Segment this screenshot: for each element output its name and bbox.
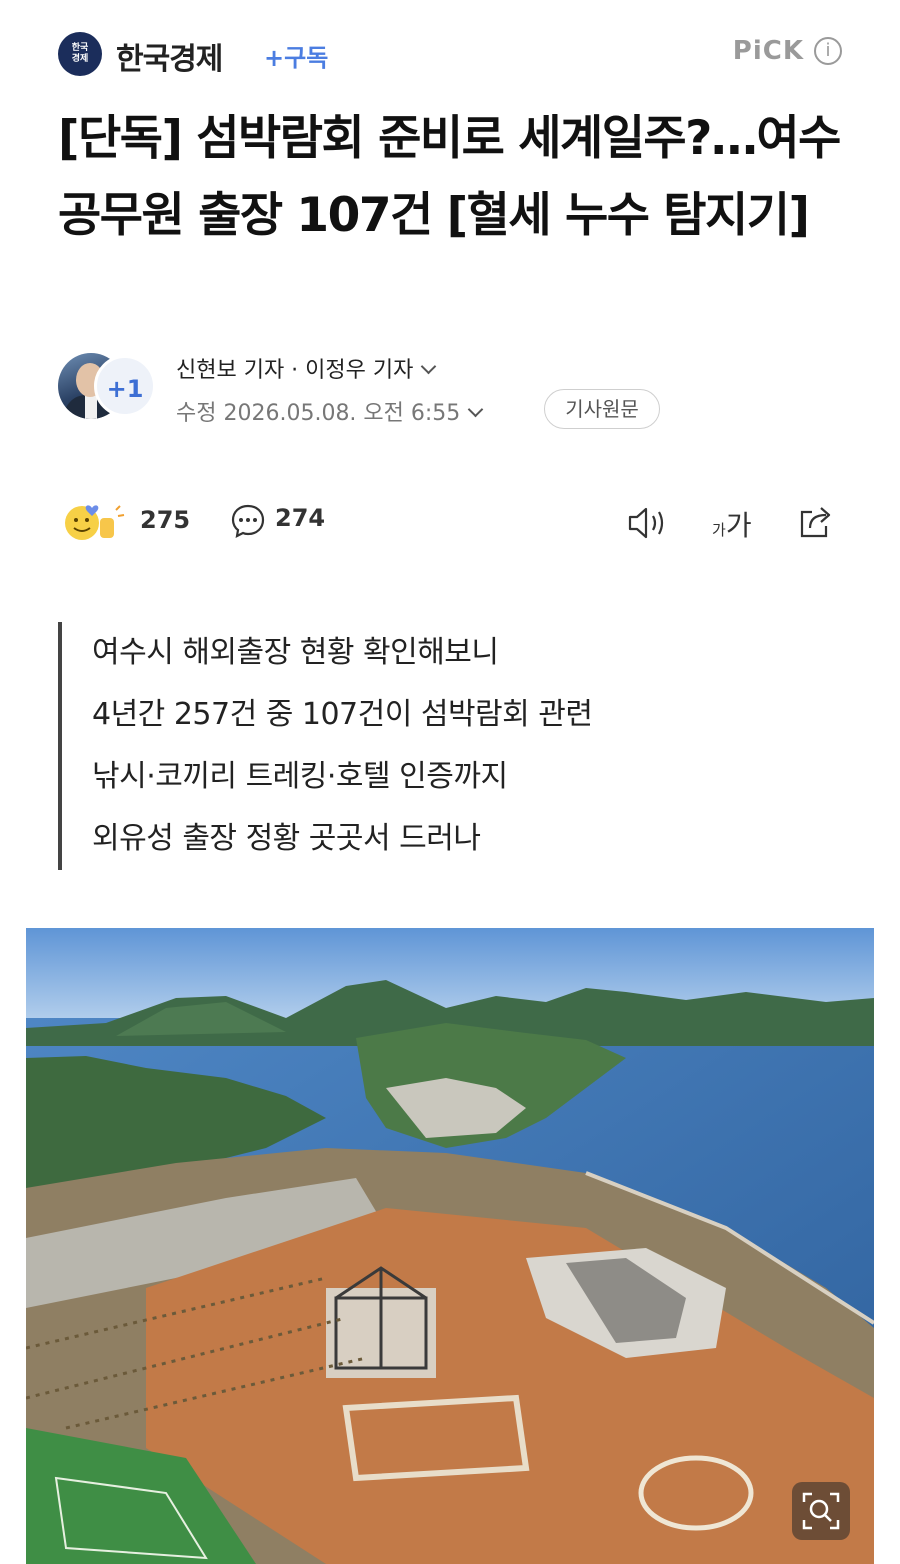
emoji-reactions-icon[interactable] xyxy=(62,502,134,542)
press-logo[interactable]: 한국 경제 xyxy=(58,32,102,76)
press-header: 한국 경제 한국경제 +구독 PiCK i xyxy=(58,30,842,78)
share-icon[interactable] xyxy=(796,502,836,542)
subscribe-button[interactable]: +구독 xyxy=(264,38,328,73)
reporters-names: 신현보 기자 · 이정우 기자 xyxy=(176,358,414,383)
chevron-down-icon xyxy=(468,401,484,418)
info-icon[interactable]: i xyxy=(814,37,842,65)
original-article-button[interactable]: 기사원문 xyxy=(544,389,660,429)
summary-line: 여수시 해외출장 현황 확인해보니 xyxy=(92,635,499,670)
article-photo[interactable] xyxy=(26,928,874,1564)
chevron-down-icon xyxy=(421,358,437,375)
extra-reporters-badge[interactable]: +1 xyxy=(94,355,156,417)
press-name[interactable]: 한국경제 xyxy=(116,34,223,78)
article-title: [단독] 섬박람회 준비로 세계일주?…여수 공무원 출장 107건 [혈세 누… xyxy=(58,111,841,243)
article-date: 수정 2026.05.08. 오전 6:55 xyxy=(176,401,461,426)
reaction-count: 275 xyxy=(140,506,191,534)
pick-badge: PiCK xyxy=(732,36,804,66)
font-big-glyph: 가 xyxy=(725,509,752,542)
comment-count: 274 xyxy=(275,504,326,532)
font-small-glyph: 가 xyxy=(712,521,726,539)
speaker-icon[interactable] xyxy=(626,505,670,541)
zoom-button[interactable] xyxy=(792,1482,850,1540)
press-logo-text: 한국 경제 xyxy=(71,43,89,64)
reporters-dropdown[interactable]: 신현보 기자 · 이정우 기자 xyxy=(176,352,437,384)
summary-line: 낚시·코끼리 트레킹·호텔 인증까지 xyxy=(92,759,508,794)
comment-bubble-icon[interactable] xyxy=(230,503,266,539)
font-size-button[interactable]: 가가 xyxy=(712,504,752,544)
article-summary: 여수시 해외출장 현황 확인해보니 4년간 257건 중 107건이 섬박람회 … xyxy=(58,622,812,870)
summary-line: 4년간 257건 중 107건이 섬박람회 관련 xyxy=(92,697,593,732)
summary-line: 외유성 출장 정황 곳곳서 드러나 xyxy=(92,821,481,856)
magnify-icon xyxy=(802,1492,840,1530)
article-date-dropdown[interactable]: 수정 2026.05.08. 오전 6:55 xyxy=(176,395,484,427)
